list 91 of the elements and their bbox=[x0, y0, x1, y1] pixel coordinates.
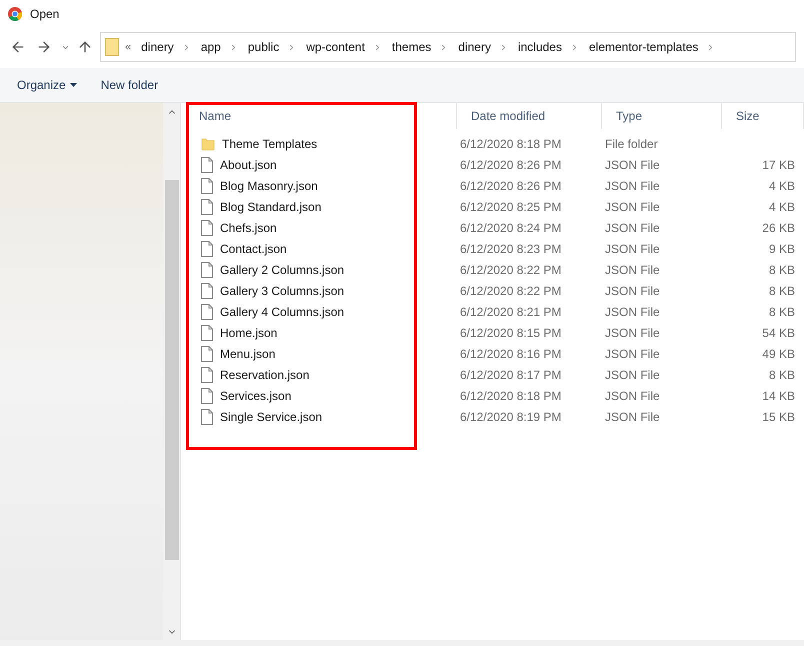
file-name[interactable]: Gallery 3 Columns.json bbox=[220, 282, 344, 300]
type-cell-text: JSON File bbox=[604, 220, 661, 236]
column-header[interactable]: Type bbox=[616, 107, 642, 125]
date-cell-text: 6/12/2020 8:22 PM bbox=[459, 282, 562, 300]
file-name[interactable]: Single Service.json bbox=[220, 408, 322, 426]
file-icon bbox=[201, 304, 213, 320]
breadcrumb-segment[interactable]: public bbox=[248, 38, 280, 56]
date-cell-text: 6/12/2020 8:23 PM bbox=[459, 240, 562, 258]
file-name[interactable]: Theme Templates bbox=[222, 134, 318, 152]
file-name[interactable]: Gallery 4 Columns.json bbox=[220, 302, 344, 320]
breadcrumb-segment[interactable]: themes bbox=[392, 38, 432, 56]
size-cell-text: 8 KB bbox=[768, 366, 795, 384]
file-icon bbox=[201, 324, 213, 340]
file-name[interactable]: About.json bbox=[220, 156, 277, 174]
type-cell-text: JSON File bbox=[604, 156, 661, 174]
column-header[interactable]: Name bbox=[199, 107, 232, 125]
date-cell-text: 6/12/2020 8:21 PM bbox=[459, 304, 562, 320]
file-name[interactable]: Blog Masonry.json bbox=[220, 176, 318, 194]
folder-icon bbox=[105, 38, 119, 56]
type-cell-text: JSON File bbox=[604, 408, 661, 426]
file-name[interactable]: Home.json bbox=[220, 324, 278, 342]
address-bar[interactable]: « dinery app public wp-content themes dinery includes elementor-templates bbox=[100, 32, 796, 62]
file-name[interactable]: Contact.json bbox=[220, 240, 287, 258]
size-cell-text: 54 KB bbox=[762, 324, 795, 342]
file-icon bbox=[201, 282, 213, 298]
type-cell-text: File folder bbox=[604, 136, 659, 152]
date-cell-text: 6/12/2020 8:22 PM bbox=[459, 262, 562, 278]
file-icon bbox=[201, 408, 213, 424]
file-name[interactable]: Gallery 2 Columns.json bbox=[220, 260, 344, 278]
breadcrumb-segment[interactable]: app bbox=[200, 38, 221, 56]
file-icon bbox=[201, 198, 213, 214]
date-cell-text: 6/12/2020 8:24 PM bbox=[459, 220, 562, 236]
date-cell-text: 6/12/2020 8:18 PM bbox=[459, 136, 562, 152]
file-name[interactable]: Chefs.json bbox=[220, 218, 277, 236]
window-title: Open bbox=[30, 6, 60, 23]
size-cell-text: 17 KB bbox=[762, 156, 795, 174]
file-name[interactable]: Blog Standard.json bbox=[220, 198, 322, 216]
date-cell-text: 6/12/2020 8:17 PM bbox=[459, 366, 562, 384]
file-icon bbox=[201, 388, 213, 404]
date-cell-text: 6/12/2020 8:26 PM bbox=[459, 178, 562, 194]
date-cell-text: 6/12/2020 8:15 PM bbox=[459, 324, 562, 342]
size-cell-text: 8 KB bbox=[768, 304, 795, 320]
file-icon bbox=[201, 346, 213, 362]
breadcrumb-overflow[interactable]: « bbox=[125, 38, 132, 56]
scrollbar-thumb[interactable] bbox=[164, 180, 178, 560]
type-cell-text: JSON File bbox=[604, 178, 661, 194]
type-cell-text: JSON File bbox=[604, 366, 661, 384]
forward-arrow-icon bbox=[36, 39, 52, 55]
size-cell-text: 8 KB bbox=[768, 282, 795, 300]
browser-logo-icon bbox=[8, 7, 22, 21]
folder-icon bbox=[201, 136, 215, 150]
size-cell-text: 49 KB bbox=[762, 346, 795, 362]
breadcrumb-segment[interactable]: wp-content bbox=[306, 38, 365, 56]
file-icon bbox=[201, 178, 213, 194]
breadcrumb-segment[interactable]: elementor-templates bbox=[588, 38, 698, 56]
breadcrumb-segment[interactable]: includes bbox=[518, 38, 562, 56]
new-folder-button[interactable]: New folder bbox=[100, 76, 158, 94]
date-cell-text: 6/12/2020 8:19 PM bbox=[459, 408, 562, 426]
type-cell-text: JSON File bbox=[604, 304, 661, 320]
file-icon bbox=[201, 220, 213, 236]
file-name[interactable]: Menu.json bbox=[220, 344, 276, 362]
type-cell-text: JSON File bbox=[604, 324, 661, 342]
date-cell-text: 6/12/2020 8:26 PM bbox=[459, 156, 562, 174]
file-icon bbox=[201, 240, 213, 256]
size-cell-text: 4 KB bbox=[768, 178, 795, 194]
date-cell-text: 6/12/2020 8:16 PM bbox=[459, 346, 562, 362]
type-cell-text: JSON File bbox=[604, 282, 661, 300]
caret-icon bbox=[70, 83, 77, 87]
breadcrumb-segment[interactable]: dinery bbox=[458, 38, 491, 56]
organize-button[interactable]: Organize bbox=[17, 76, 77, 94]
size-cell-text: 15 KB bbox=[762, 408, 795, 426]
file-icon bbox=[201, 156, 213, 172]
file-icon bbox=[201, 366, 213, 382]
size-cell-text: 4 KB bbox=[768, 198, 795, 216]
type-cell-text: JSON File bbox=[604, 346, 661, 362]
type-cell-text: JSON File bbox=[604, 262, 661, 278]
size-cell-text: 14 KB bbox=[762, 388, 795, 404]
type-cell-text: JSON File bbox=[604, 240, 661, 258]
date-cell-text: 6/12/2020 8:18 PM bbox=[459, 388, 562, 404]
column-header[interactable]: Date modified bbox=[471, 107, 546, 125]
file-icon bbox=[201, 262, 213, 278]
type-cell-text: JSON File bbox=[604, 198, 661, 216]
breadcrumb-segment[interactable]: dinery bbox=[141, 38, 174, 56]
size-cell-text: 8 KB bbox=[768, 262, 795, 278]
type-cell-text: JSON File bbox=[604, 388, 661, 404]
column-header[interactable]: Size bbox=[736, 107, 760, 125]
size-cell-text: 9 KB bbox=[768, 240, 795, 258]
file-name[interactable]: Reservation.json bbox=[220, 366, 310, 384]
size-cell-text: 26 KB bbox=[762, 220, 795, 236]
file-name[interactable]: Services.json bbox=[220, 386, 292, 404]
date-cell-text: 6/12/2020 8:25 PM bbox=[459, 198, 562, 216]
